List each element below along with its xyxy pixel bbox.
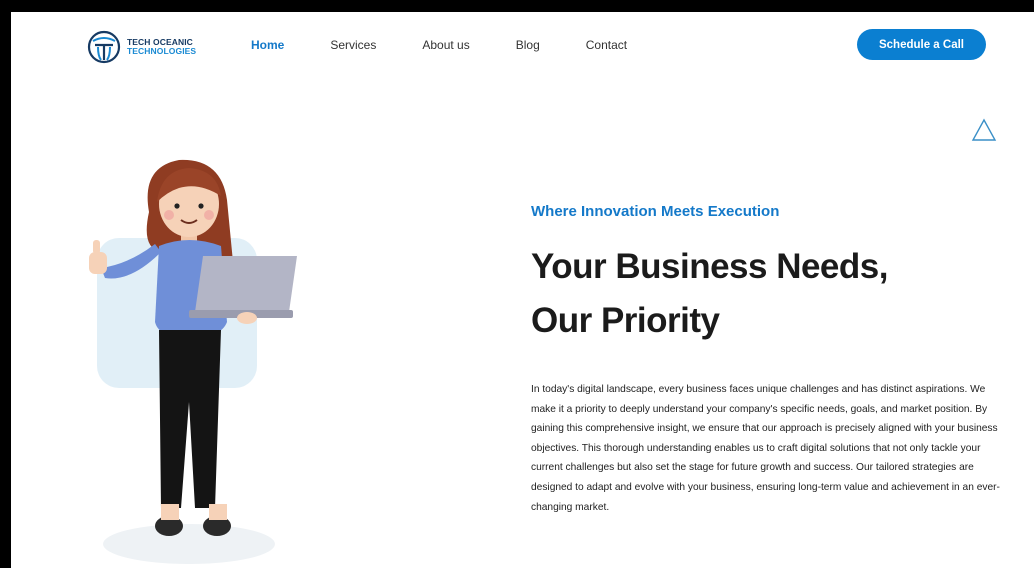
hero-description: In today's digital landscape, every busi… — [531, 384, 1000, 513]
hero-illustration — [89, 159, 297, 564]
nav-about-us[interactable]: About us — [422, 38, 469, 52]
logo-line-2: TECHNOLOGIES — [127, 46, 197, 56]
headline-line-2: Our Priority — [531, 301, 720, 340]
page: TECH OCEANIC TECHNOLOGIES Home Services … — [11, 12, 1034, 568]
tech-oceanic-logo-icon — [87, 30, 121, 64]
nav-contact[interactable]: Contact — [586, 38, 627, 52]
hero-headline: Your Business Needs, Our Priority — [531, 240, 1011, 348]
nav-blog[interactable]: Blog — [516, 38, 540, 52]
triangle-decoration-icon — [971, 118, 997, 141]
headline-line-1: Your Business Needs, — [531, 247, 888, 286]
brand-logo[interactable]: TECH OCEANIC TECHNOLOGIES — [87, 30, 196, 64]
main-menu: Home Services About us Blog Contact — [251, 38, 673, 52]
nav-services[interactable]: Services — [330, 38, 376, 52]
hero-tagline: Where Innovation Meets Execution — [531, 203, 780, 220]
nav-home[interactable]: Home — [251, 38, 284, 52]
schedule-call-button[interactable]: Schedule a Call — [857, 29, 986, 60]
top-navigation: TECH OCEANIC TECHNOLOGIES Home Services … — [11, 12, 1034, 78]
